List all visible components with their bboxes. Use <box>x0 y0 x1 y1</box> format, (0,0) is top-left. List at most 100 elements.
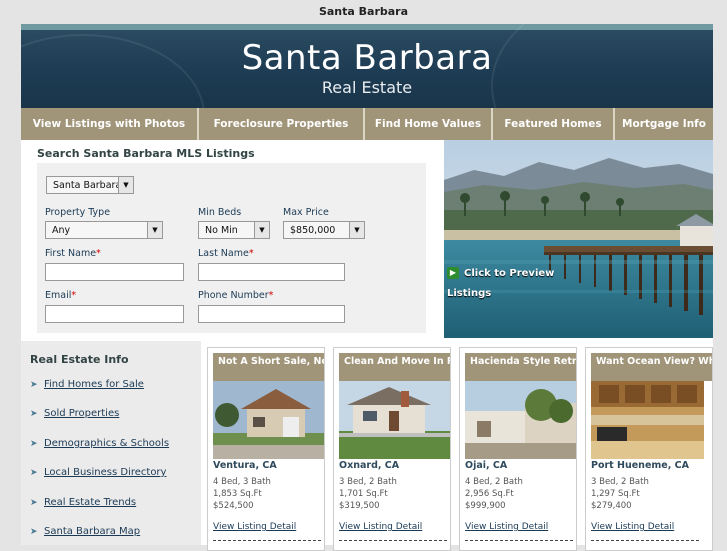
arrow-bullet-icon: ➤ <box>30 498 38 508</box>
first-name-label-text: First Name <box>45 248 97 259</box>
listing-sqft: 2,956 Sq.Ft <box>465 489 514 499</box>
chevron-down-icon: ▼ <box>118 177 133 193</box>
listing-divider <box>213 540 321 541</box>
listing-card[interactable]: Not A Short Sale, No Ventura, CA 4 Bed, … <box>207 347 325 551</box>
required-mark: * <box>96 248 101 259</box>
sidebar-item-label[interactable]: Demographics & Schools <box>44 438 169 449</box>
nav-mortgage-info[interactable]: Mortgage Info <box>615 108 713 140</box>
required-mark: * <box>71 290 77 301</box>
listing-beds-baths: 4 Bed, 2 Bath <box>465 477 523 487</box>
arrow-bullet-icon: ➤ <box>30 409 38 419</box>
listing-title[interactable]: Want Ocean View? Whe <box>591 353 712 381</box>
min-beds-label: Min Beds <box>198 207 242 218</box>
arrow-bullet-icon: ➤ <box>30 527 38 537</box>
listing-photo[interactable] <box>339 381 450 459</box>
view-listing-link[interactable]: View Listing Detail <box>465 522 548 532</box>
site-logo-title[interactable]: Santa Barbara <box>21 38 713 78</box>
listing-card[interactable]: Want Ocean View? Whe Port Hueneme, CA 3 … <box>585 347 713 551</box>
house-photo-image <box>213 381 324 459</box>
hero-pier-photo[interactable] <box>444 140 713 338</box>
view-listing-link[interactable]: View Listing Detail <box>213 522 296 532</box>
site-banner: Santa Barbara Real Estate <box>21 24 713 108</box>
sidebar-item-label[interactable]: Santa Barbara Map <box>44 526 140 537</box>
listing-photo[interactable] <box>465 381 576 459</box>
page-title: Santa Barbara <box>318 5 409 18</box>
real-estate-info-sidebar: Real Estate Info ➤ Find Homes for Sale ➤ S… <box>21 341 201 545</box>
property-type-select[interactable]: Any ▼ <box>45 221 163 239</box>
listing-price: $279,400 <box>591 501 632 511</box>
nav-home-values[interactable]: Find Home Values <box>365 108 491 140</box>
sidebar-heading: Real Estate Info <box>30 353 129 366</box>
arrow-bullet-icon: ➤ <box>30 439 38 449</box>
min-beds-select[interactable]: No Min ▼ <box>198 221 270 239</box>
house-photo-image <box>465 381 576 459</box>
listing-title[interactable]: Hacienda Style Retre <box>465 353 576 381</box>
property-type-value: Any <box>52 225 71 236</box>
search-heading: Search Santa Barbara MLS Listings <box>37 147 255 160</box>
sidebar-item-label[interactable]: Sold Properties <box>44 408 119 419</box>
listing-city: Oxnard, CA <box>339 460 400 471</box>
sidebar-item-label[interactable]: Local Business Directory <box>44 467 166 478</box>
listing-sqft: 1,853 Sq.Ft <box>213 489 262 499</box>
sidebar-item-label[interactable]: Real Estate Trends <box>44 497 136 508</box>
email-field[interactable] <box>45 305 184 323</box>
featured-listings: Not A Short Sale, No Ventura, CA 4 Bed, … <box>201 341 713 551</box>
kitchen-photo-image <box>591 381 704 459</box>
chevron-down-icon: ▼ <box>147 222 162 238</box>
nav-foreclosures[interactable]: Foreclosure Properties <box>199 108 363 140</box>
listing-card[interactable]: Hacienda Style Retre Ojai, CA 4 Bed, 2 B… <box>459 347 577 551</box>
phone-label-text: Phone Number <box>198 290 269 301</box>
listing-photo[interactable] <box>591 381 704 459</box>
mls-search-panel: Search Santa Barbara MLS Listings Santa … <box>21 140 444 358</box>
last-name-label: Last Name* <box>198 248 254 259</box>
listing-divider <box>339 540 447 541</box>
listing-divider <box>465 540 573 541</box>
sidebar-item-map[interactable]: ➤ Santa Barbara Map <box>30 526 140 537</box>
listing-beds-baths: 4 Bed, 3 Bath <box>213 477 271 487</box>
last-name-field[interactable] <box>198 263 345 281</box>
listing-price: $524,500 <box>213 501 254 511</box>
listing-beds-baths: 3 Bed, 2 Bath <box>339 477 397 487</box>
sidebar-item-trends[interactable]: ➤ Real Estate Trends <box>30 497 136 508</box>
sidebar-item-label[interactable]: Find Homes for Sale <box>44 379 144 390</box>
required-mark: * <box>268 290 274 301</box>
listing-sqft: 1,701 Sq.Ft <box>339 489 388 499</box>
listing-price: $319,500 <box>339 501 380 511</box>
max-price-select[interactable]: $850,000 ▼ <box>283 221 365 239</box>
listing-title[interactable]: Clean And Move In Re <box>339 353 450 381</box>
listing-title[interactable]: Not A Short Sale, No <box>213 353 324 381</box>
nav-featured-homes[interactable]: Featured Homes <box>493 108 613 140</box>
city-select-value: Santa Barbara <box>53 180 122 191</box>
sidebar-item-business-directory[interactable]: ➤ Local Business Directory <box>30 467 166 478</box>
sidebar-item-find-homes[interactable]: ➤ Find Homes for Sale <box>30 379 144 390</box>
search-form: Santa Barbara ▼ Property Type Any ▼ Min … <box>37 163 426 333</box>
city-select[interactable]: Santa Barbara ▼ <box>46 176 134 194</box>
sidebar-item-sold-properties[interactable]: ➤ Sold Properties <box>30 408 119 419</box>
chevron-down-icon: ▼ <box>254 222 269 238</box>
listing-divider <box>591 540 699 541</box>
site-logo-subtitle: Real Estate <box>321 78 413 97</box>
phone-field[interactable] <box>198 305 345 323</box>
listing-beds-baths: 3 Bed, 2 Bath <box>591 477 649 487</box>
arrow-bullet-icon: ➤ <box>30 380 38 390</box>
arrow-bullet-icon: ➤ <box>30 468 38 478</box>
view-listing-link[interactable]: View Listing Detail <box>591 522 674 532</box>
pier-scene-image <box>444 140 713 338</box>
property-type-label: Property Type <box>45 207 111 218</box>
main-nav: View Listings with Photos Foreclosure Pr… <box>21 108 713 140</box>
first-name-label: First Name* <box>45 248 101 259</box>
first-name-field[interactable] <box>45 263 184 281</box>
min-beds-value: No Min <box>205 225 238 236</box>
listing-card[interactable]: Clean And Move In Re Oxnard, CA 3 Bed, 2… <box>333 347 451 551</box>
nav-view-listings[interactable]: View Listings with Photos <box>21 108 197 140</box>
last-name-label-text: Last Name <box>198 248 249 259</box>
sidebar-item-demographics[interactable]: ➤ Demographics & Schools <box>30 438 169 449</box>
max-price-value: $850,000 <box>290 225 336 236</box>
preview-listings-button[interactable]: ▶ Click to Preview Listings <box>447 264 597 299</box>
email-label: Email* <box>45 290 76 301</box>
listing-price: $999,900 <box>465 501 506 511</box>
listing-photo[interactable] <box>213 381 324 459</box>
view-listing-link[interactable]: View Listing Detail <box>339 522 422 532</box>
listing-city: Ojai, CA <box>465 460 508 471</box>
listing-sqft: 1,297 Sq.Ft <box>591 489 640 499</box>
